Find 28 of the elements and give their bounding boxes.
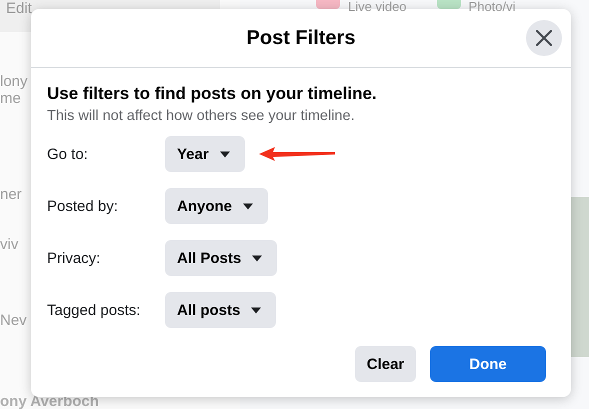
- filter-label: Tagged posts:: [47, 302, 142, 318]
- sidebar-text: ner: [0, 186, 22, 203]
- friend-name: ony Averboch: [0, 393, 99, 409]
- filter-dropdown[interactable]: All posts: [165, 292, 276, 328]
- filter-dropdown[interactable]: Anyone: [165, 188, 268, 224]
- instruction-text: This will not affect how others see your timeline.: [47, 108, 356, 124]
- done-button[interactable]: Done: [430, 346, 546, 382]
- filter-label: Posted by:: [47, 198, 119, 214]
- filter-dropdown[interactable]: Year: [165, 136, 245, 172]
- caret-icon: [242, 202, 254, 210]
- sidebar-text: Nev: [0, 312, 27, 329]
- composer-action: Photo/vi: [468, 0, 516, 14]
- composer-action: Live video: [348, 0, 407, 14]
- caret-icon: [250, 306, 262, 314]
- caret-icon: [251, 254, 264, 262]
- caret-icon: [218, 150, 231, 158]
- filter-label: Go to:: [47, 146, 89, 162]
- close-icon: [535, 29, 553, 47]
- instruction-heading: Use filters to find posts on your timeline.: [47, 84, 378, 104]
- filter-dropdown[interactable]: All Posts: [165, 240, 278, 276]
- dialog-title: Post Filters: [246, 26, 356, 50]
- sidebar-text: me: [0, 90, 21, 107]
- sidebar-text: viv: [0, 236, 18, 253]
- filter-label: Privacy:: [47, 250, 102, 266]
- close-button[interactable]: [526, 20, 562, 56]
- clear-button[interactable]: Clear: [355, 346, 416, 382]
- sidebar-text: lony: [0, 73, 28, 90]
- edit-bio-text: Edit: [6, 0, 32, 18]
